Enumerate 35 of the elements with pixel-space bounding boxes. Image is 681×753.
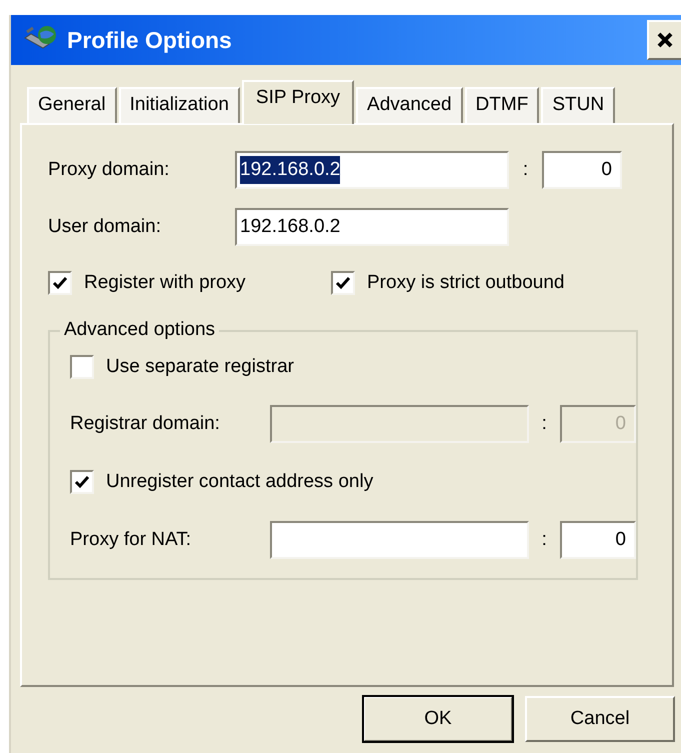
input-field[interactable]: 192.168.0.2	[235, 151, 509, 189]
group-title: Advanced options	[60, 318, 220, 342]
check-icon	[52, 275, 68, 291]
tab[interactable]: STUN	[541, 87, 616, 123]
checkbox[interactable]	[48, 271, 72, 295]
checkbox-label: Proxy is strict outbound	[367, 270, 564, 295]
port-field[interactable]: 0	[542, 151, 622, 189]
port-field[interactable]: 0	[560, 521, 636, 559]
close-button[interactable]	[647, 20, 681, 60]
dialog-button[interactable]: OK	[363, 696, 513, 742]
tab[interactable]: Initialization	[118, 87, 240, 123]
tab[interactable]: Advanced	[356, 87, 463, 123]
input-field[interactable]	[270, 521, 529, 559]
field-label: Proxy for NAT:	[70, 528, 192, 552]
port-separator: :	[540, 528, 548, 552]
port-separator: :	[540, 412, 548, 436]
window-title: Profile Options	[67, 26, 232, 55]
check-icon	[335, 275, 351, 291]
checkbox[interactable]	[331, 271, 355, 295]
close-icon	[656, 31, 674, 49]
field-label: User domain:	[48, 214, 162, 239]
checkbox-label: Register with proxy	[84, 270, 246, 295]
tab[interactable]: SIP Proxy	[242, 80, 354, 124]
field-label: Proxy domain:	[48, 158, 170, 182]
checkbox-label: Use separate registrar	[106, 354, 294, 379]
tab[interactable]: General	[27, 87, 117, 123]
dialog-button[interactable]: Cancel	[525, 696, 675, 742]
port-separator: :	[522, 158, 530, 182]
checkbox[interactable]	[70, 355, 94, 379]
checkbox[interactable]	[70, 470, 94, 494]
field-label: Registrar domain:	[70, 412, 221, 436]
tab[interactable]: DTMF	[464, 87, 540, 123]
input-field[interactable]: 192.168.0.2	[235, 208, 509, 246]
check-icon	[74, 474, 90, 490]
checkbox-label: Unregister contact address only	[106, 470, 374, 494]
